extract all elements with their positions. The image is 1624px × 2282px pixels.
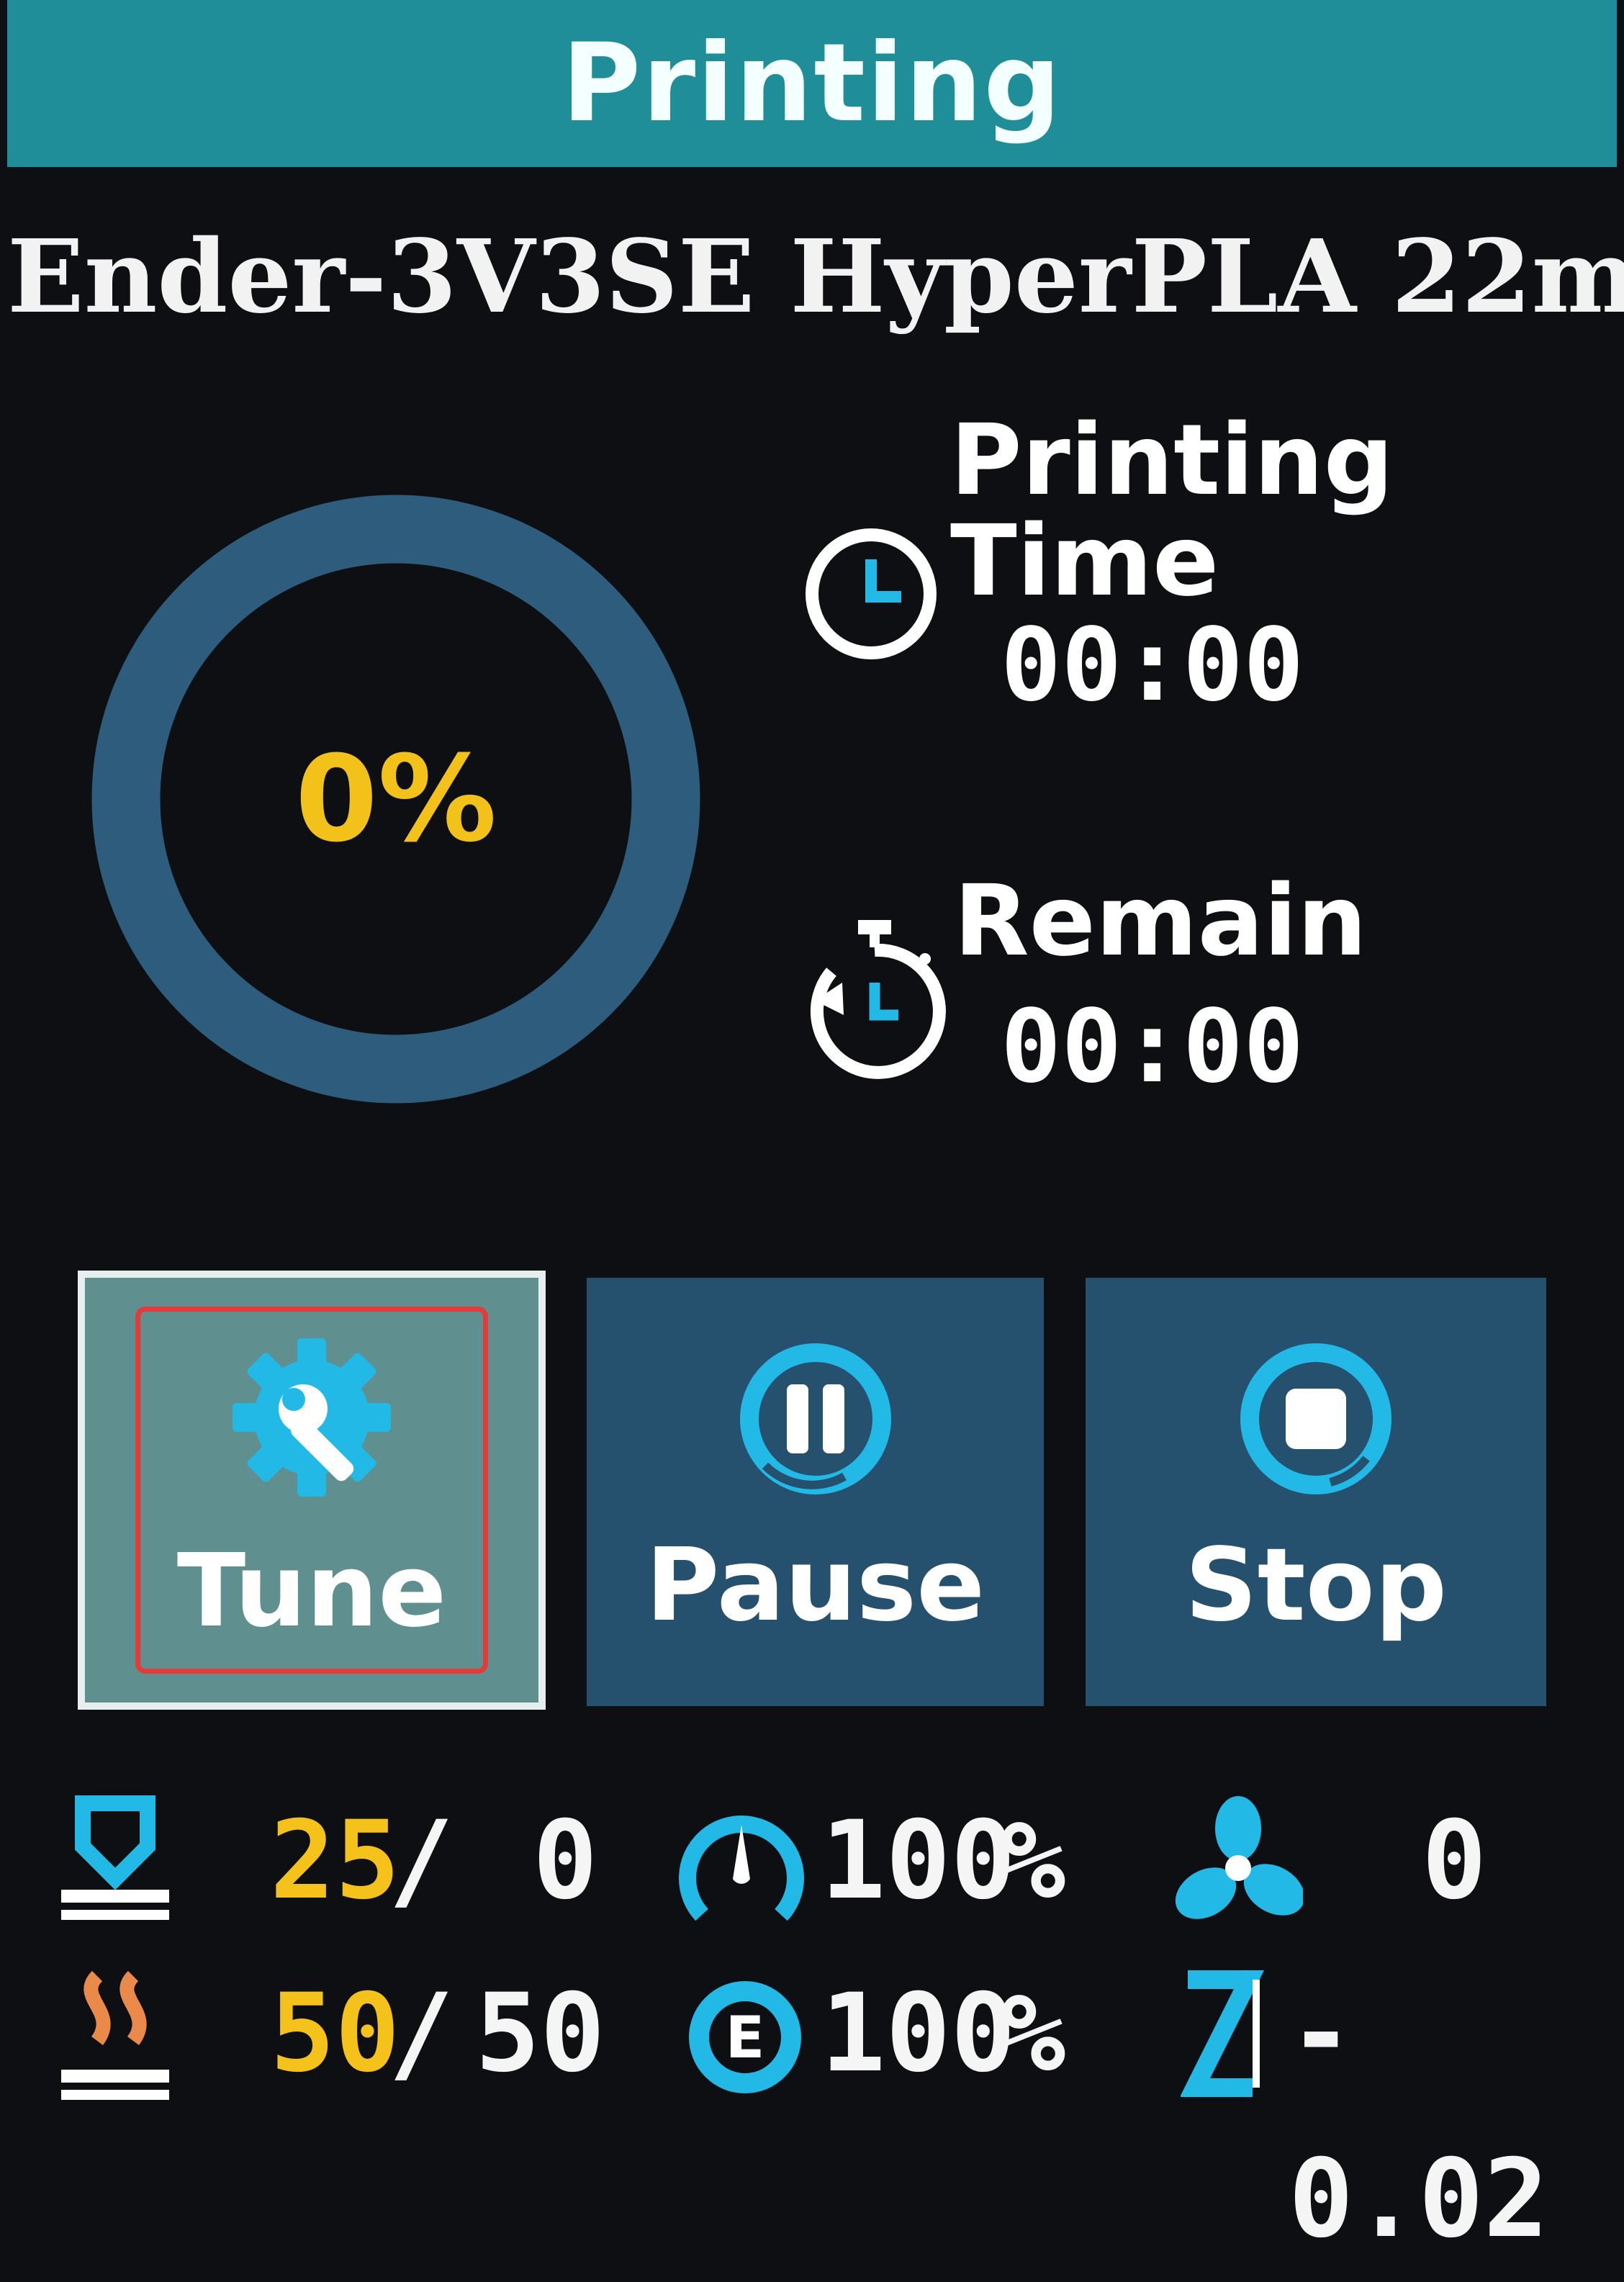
flow-unit: % bbox=[1001, 1971, 1066, 2096]
status-row-2: 50 / 50 E 100 % - 0.02 bbox=[0, 1951, 1624, 2262]
bed-icon bbox=[54, 1789, 176, 1933]
flow-value[interactable]: 100 bbox=[821, 1951, 1016, 2116]
stopwatch-icon bbox=[799, 914, 950, 1080]
printing-time-label-line1: Printing bbox=[950, 404, 1394, 518]
bed-target-temp[interactable]: 0 bbox=[533, 1778, 597, 1944]
remain-label: Remain bbox=[954, 865, 1367, 978]
clock-icon bbox=[799, 522, 943, 666]
pause-icon bbox=[736, 1340, 895, 1498]
printing-time-block: Printing Time 00:00 bbox=[950, 410, 1394, 720]
heat-icon bbox=[54, 1962, 176, 2113]
page-title: Printing bbox=[561, 21, 1063, 146]
nozzle-target-temp[interactable]: 50 bbox=[475, 1951, 605, 2116]
tune-button-label: Tune bbox=[176, 1532, 447, 1650]
bed-temp-separator: / bbox=[389, 1798, 454, 1924]
tune-button[interactable]: Tune bbox=[78, 1271, 546, 1710]
remain-block: Remain 00:00 bbox=[954, 871, 1367, 1101]
stop-button-label: Stop bbox=[1184, 1527, 1448, 1644]
speed-value[interactable]: 100 bbox=[821, 1778, 1016, 1944]
status-row-1: 25 / 0 100 % 0 bbox=[0, 1778, 1624, 1944]
fan-icon bbox=[1173, 1792, 1305, 1929]
svg-text:E: E bbox=[726, 2004, 765, 2071]
pause-button-label: Pause bbox=[645, 1527, 985, 1644]
gear-wrench-icon bbox=[225, 1331, 398, 1504]
title-bar: Printing bbox=[7, 0, 1617, 167]
printing-time-label-line2: Time bbox=[950, 505, 1219, 618]
file-name: Ender-3V3SE HyperPLA 22min bbox=[7, 218, 1624, 336]
fan-speed-value[interactable]: 0 bbox=[1422, 1778, 1487, 1944]
extruder-flow-icon: E bbox=[677, 1958, 813, 2109]
speed-gauge-icon bbox=[677, 1792, 806, 1929]
progress-percent: 0% bbox=[294, 730, 497, 868]
speed-unit: % bbox=[1001, 1798, 1066, 1924]
printing-time-value: 00:00 bbox=[1001, 607, 1304, 724]
z-offset-value[interactable]: - 0.02 bbox=[1289, 1951, 1624, 2282]
bed-current-temp: 25 bbox=[270, 1798, 400, 1924]
nozzle-current-temp: 50 bbox=[270, 1971, 400, 2096]
stop-icon bbox=[1237, 1340, 1395, 1498]
stop-button[interactable]: Stop bbox=[1086, 1278, 1546, 1706]
z-offset-icon bbox=[1179, 1965, 1267, 2109]
remain-value: 00:00 bbox=[1001, 988, 1304, 1106]
nozzle-temp-separator: / bbox=[389, 1971, 454, 2096]
pause-button[interactable]: Pause bbox=[587, 1278, 1044, 1706]
